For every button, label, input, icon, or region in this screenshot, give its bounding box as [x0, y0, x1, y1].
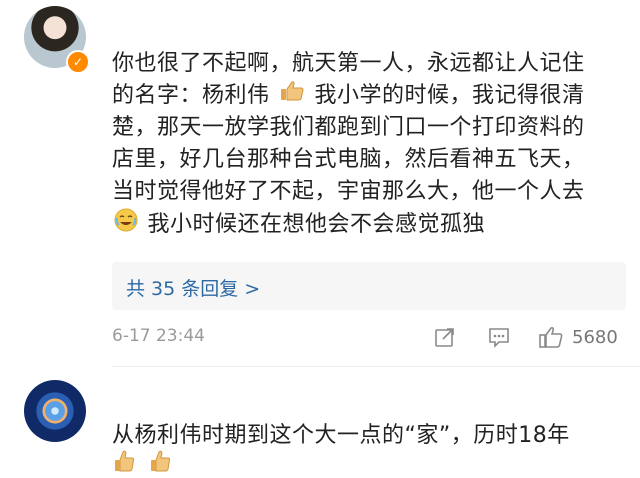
like-count: 5680 [572, 326, 618, 348]
verified-badge-icon: ✓ [66, 50, 90, 74]
comment-line: 的名字：杨利伟 我小学的时候，我记得很清 [112, 80, 612, 112]
crying-laugh-emoji-icon [114, 208, 138, 242]
divider [112, 366, 640, 367]
comment-line: 你也很了不起啊，航天第一人，永远都让人记住 [112, 51, 585, 76]
comment-icon [489, 328, 509, 348]
share-icon [435, 328, 454, 347]
avatar[interactable] [24, 380, 86, 442]
comment-line: 楚，那天一放学我们都跑到门口一个打印资料的 [112, 115, 585, 140]
thumbs-up-emoji-icon [148, 448, 174, 478]
comment-text: 从杨利伟时期到这个大一点的“家”，历时18年 [112, 423, 570, 448]
comment-timestamp: 6-17 23:44 [112, 326, 205, 346]
share-button[interactable] [432, 322, 458, 352]
thumbs-up-emoji-icon [279, 80, 305, 112]
comment-line: 店里，好几台那种台式电脑，然后看神五飞天， [112, 147, 585, 172]
emoji-row [112, 448, 174, 478]
comment-text: 你也很了不起啊，航天第一人，永远都让人记住 的名字：杨利伟 我小学的时候，我记得… [112, 48, 612, 242]
like-button[interactable]: 5680 [538, 322, 628, 352]
comment-line: 当时觉得他好了不起，宇宙那么大，他一个人去 [112, 179, 585, 204]
like-icon [539, 327, 563, 348]
thumbs-up-emoji-icon [112, 448, 138, 478]
comment-button[interactable] [486, 322, 512, 352]
comment-line: 我小时候还在想他会不会感觉孤独 [112, 208, 612, 242]
replies-panel[interactable]: 共 35 条回复 > [112, 262, 626, 310]
view-replies-link[interactable]: 共 35 条回复 > [126, 274, 260, 301]
